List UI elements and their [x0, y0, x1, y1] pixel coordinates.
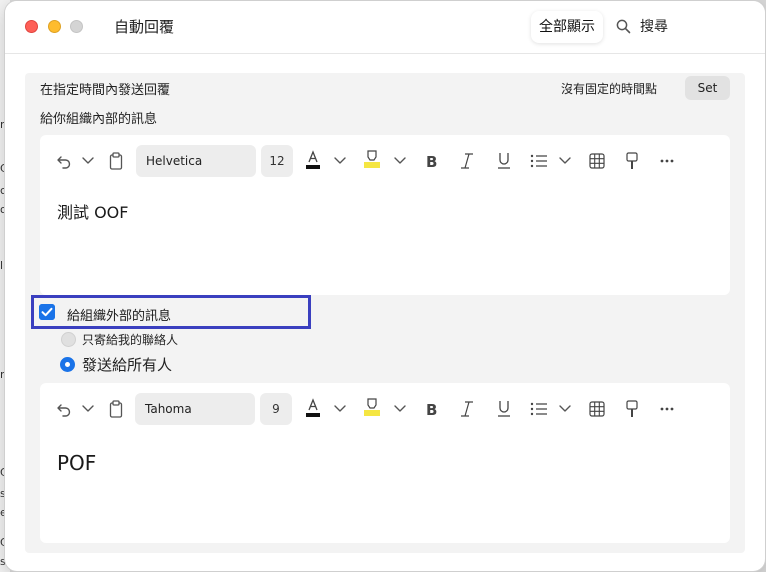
italic-icon[interactable]	[460, 401, 474, 417]
auto-reply-window: 自動回覆 全部顯示 搜尋 在指定時間內發送回覆 沒有固定的時間點 Set 給你組…	[5, 1, 765, 571]
send-to-everyone-label: 發送給所有人	[82, 356, 173, 374]
highlighter-icon[interactable]	[363, 398, 381, 420]
schedule-label: 在指定時間內發送回覆	[40, 83, 171, 98]
window-title: 自動回覆	[114, 18, 175, 36]
chevron-down-icon[interactable]	[394, 156, 406, 166]
chevron-down-icon[interactable]	[334, 156, 346, 166]
underline-icon[interactable]	[497, 400, 511, 418]
send-to-everyone-radio[interactable]	[60, 357, 75, 372]
undo-icon[interactable]	[56, 401, 72, 417]
chevron-down-icon[interactable]	[559, 404, 571, 414]
bullet-list-icon[interactable]	[530, 402, 548, 416]
more-options-icon[interactable]	[660, 407, 674, 411]
font-size-select[interactable]: 9	[260, 393, 292, 425]
font-color-icon[interactable]	[305, 398, 321, 420]
search-icon[interactable]	[616, 19, 631, 34]
formatting-toolbar: Helvetica 12 B	[40, 135, 730, 187]
svg-text:B: B	[426, 153, 437, 169]
no-fixed-time-label: 沒有固定的時間點	[561, 82, 658, 96]
font-family-select[interactable]: Tahoma	[135, 393, 255, 425]
contacts-only-radio[interactable]	[61, 332, 76, 347]
table-icon[interactable]	[589, 153, 605, 169]
table-icon[interactable]	[589, 401, 605, 417]
title-bar: 自動回覆 全部顯示 搜尋	[5, 1, 765, 54]
show-all-button[interactable]: 全部顯示	[531, 11, 603, 43]
italic-icon[interactable]	[460, 153, 474, 169]
set-button[interactable]: Set	[685, 76, 730, 100]
bold-icon[interactable]: B	[425, 153, 439, 169]
close-window-button[interactable]	[25, 20, 38, 33]
internal-message-label: 給你組織內部的訊息	[40, 112, 158, 127]
zoom-window-button[interactable]	[70, 20, 83, 33]
font-color-icon[interactable]	[305, 150, 321, 172]
annotation-highlight-box	[31, 295, 311, 329]
highlighter-icon[interactable]	[363, 150, 381, 172]
bold-icon[interactable]: B	[425, 401, 439, 417]
format-painter-icon[interactable]	[626, 400, 638, 418]
underline-icon[interactable]	[497, 152, 511, 170]
minimize-window-button[interactable]	[48, 20, 61, 33]
format-painter-icon[interactable]	[626, 152, 638, 170]
clipboard-icon[interactable]	[109, 400, 123, 418]
svg-text:B: B	[426, 401, 437, 417]
external-message-body[interactable]: POF	[57, 451, 96, 475]
search-field[interactable]: 搜尋	[640, 16, 668, 36]
undo-icon[interactable]	[56, 153, 72, 169]
internal-message-editor[interactable]: Helvetica 12 B 測試 OOF	[40, 135, 730, 295]
chevron-down-icon[interactable]	[394, 404, 406, 414]
chevron-down-icon[interactable]	[334, 404, 346, 414]
formatting-toolbar: Tahoma 9 B	[40, 383, 730, 435]
chevron-down-icon[interactable]	[82, 156, 94, 166]
background-text: l	[0, 259, 4, 272]
chevron-down-icon[interactable]	[82, 404, 94, 414]
clipboard-icon[interactable]	[109, 152, 123, 170]
internal-message-body[interactable]: 測試 OOF	[57, 199, 128, 223]
more-options-icon[interactable]	[660, 159, 674, 163]
contacts-only-label: 只寄給我的聯絡人	[82, 333, 179, 347]
font-size-select[interactable]: 12	[261, 145, 293, 177]
font-family-select[interactable]: Helvetica	[136, 145, 256, 177]
bullet-list-icon[interactable]	[530, 154, 548, 168]
external-message-editor[interactable]: Tahoma 9 B POF	[40, 383, 730, 543]
chevron-down-icon[interactable]	[559, 156, 571, 166]
